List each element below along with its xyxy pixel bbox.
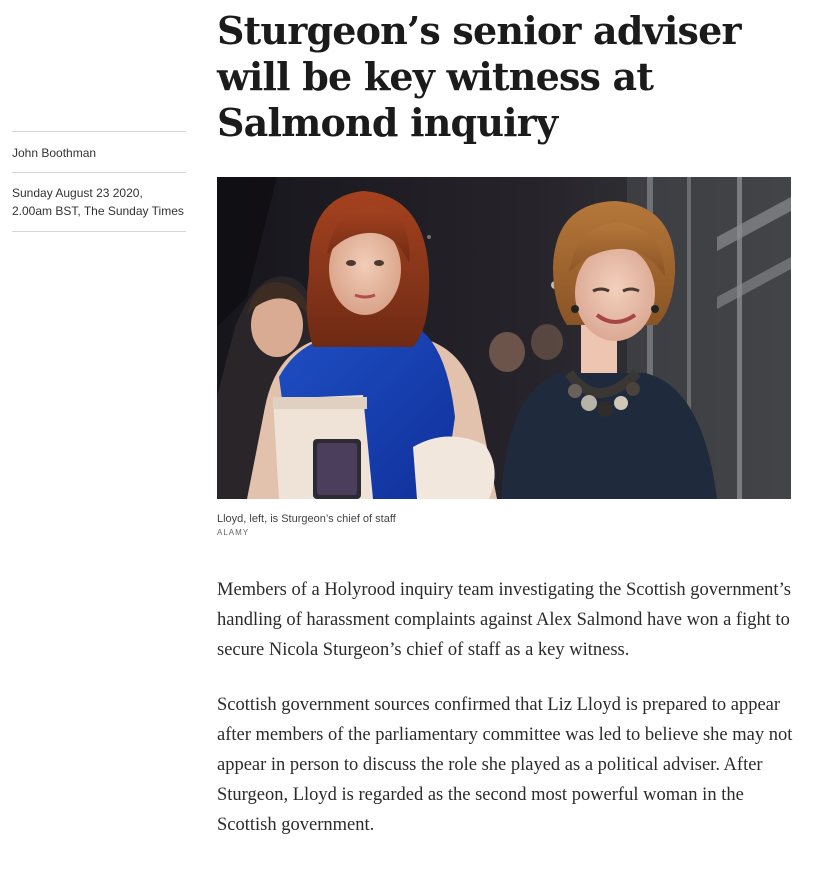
article-photo: [217, 177, 791, 499]
dateline: Sunday August 23 2020, 2.00am BST, The S…: [12, 186, 184, 218]
article-body: Members of a Holyrood inquiry team inves…: [217, 575, 797, 865]
paragraph: Members of a Holyrood inquiry team inves…: [217, 580, 791, 660]
author-name[interactable]: John Boothman: [12, 132, 186, 172]
photo-credit: ALAMY: [217, 528, 250, 537]
article-headline: Sturgeon’s senior adviser will be key wi…: [217, 8, 742, 145]
photo-caption: Lloyd, left, is Sturgeon’s chief of staf…: [217, 512, 791, 537]
byline: John Boothman Sunday August 23 2020, 2.0…: [12, 131, 186, 232]
caption-text: Lloyd, left, is Sturgeon’s chief of staf…: [217, 513, 396, 525]
paragraph: Scottish government sources confirmed th…: [217, 695, 793, 835]
